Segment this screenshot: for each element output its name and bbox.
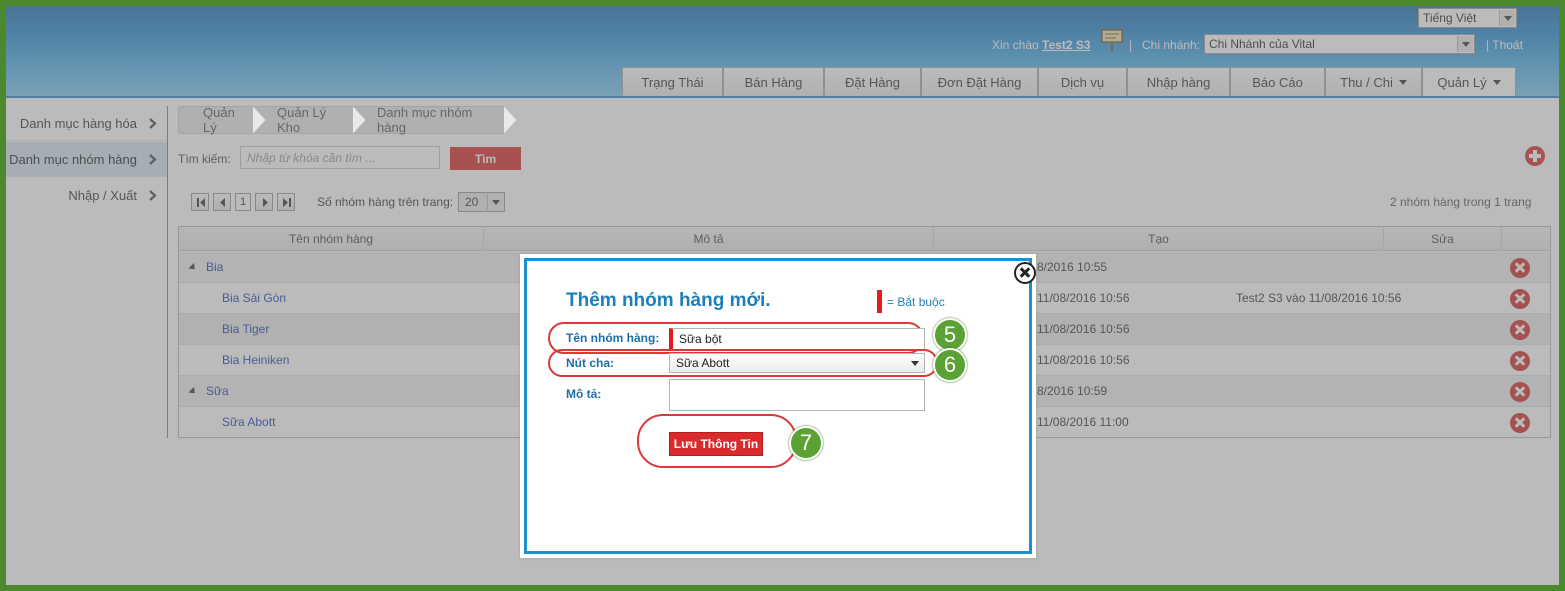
description-input[interactable] (669, 379, 925, 411)
dialog-title: Thêm nhóm hàng mới. (566, 290, 771, 311)
step-badge-6: 6 (933, 348, 967, 382)
parent-node-select[interactable]: Sữa Abott (669, 353, 925, 373)
group-name-input[interactable]: Sữa bột (669, 328, 925, 350)
app-window: Tiếng Việt Xin chào Test2 S3 | Chi nhánh… (6, 6, 1559, 585)
required-marker (877, 290, 882, 313)
description-label: Mô tả: (566, 387, 602, 401)
name-label: Tên nhóm hàng: (566, 331, 660, 345)
step-badge-5: 5 (933, 318, 967, 352)
parent-label: Nút cha: (566, 356, 614, 370)
chevron-down-icon (907, 355, 923, 371)
dialog-body: Thêm nhóm hàng mới. = Bắt buộc Tên nhóm … (524, 258, 1032, 554)
save-button[interactable]: Lưu Thông Tin (669, 432, 763, 456)
close-icon[interactable] (1014, 262, 1036, 284)
add-group-dialog: Thêm nhóm hàng mới. = Bắt buộc Tên nhóm … (520, 254, 1036, 558)
parent-value: Sữa Abott (676, 356, 730, 370)
step-badge-7: 7 (789, 426, 823, 460)
required-note: = Bắt buộc (887, 295, 945, 309)
